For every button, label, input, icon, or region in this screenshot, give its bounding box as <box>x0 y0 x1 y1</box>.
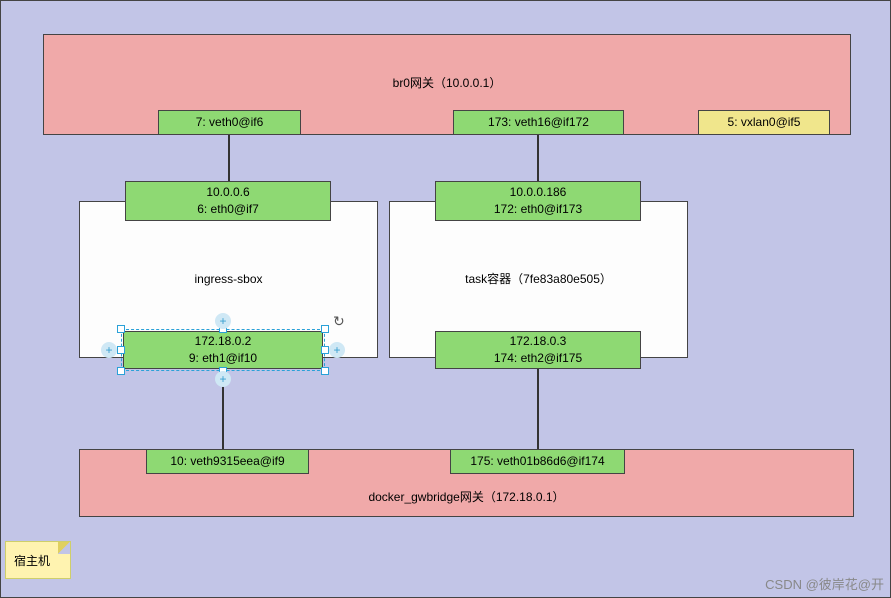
host-note[interactable]: 宿主机 <box>5 541 71 579</box>
task-bottom-if: 174: eth2@if175 <box>494 350 582 367</box>
ingress-top-if-box: 10.0.0.6 6: eth0@if7 <box>125 181 331 221</box>
ingress-bottom-if-box[interactable]: 172.18.0.2 9: eth1@if10 <box>123 331 323 369</box>
task-bottom-if-box: 172.18.0.3 174: eth2@if175 <box>435 331 641 369</box>
connector <box>537 369 539 449</box>
ingress-bottom-ip: 172.18.0.2 <box>195 333 252 350</box>
ingress-top-ip: 10.0.0.6 <box>206 184 249 201</box>
task-top-if: 172: eth0@if173 <box>494 201 582 218</box>
task-container-label: task容器（7fe83a80e505） <box>465 271 612 288</box>
veth16-box: 173: veth16@if172 <box>453 110 624 135</box>
veth0-box: 7: veth0@if6 <box>158 110 301 135</box>
watermark: CSDN @彼岸花@开 <box>765 574 884 593</box>
veth-left-box: 10: veth9315eea@if9 <box>146 449 309 474</box>
vxlan0-box: 5: vxlan0@if5 <box>698 110 830 135</box>
gwbridge-title: docker_gwbridge网关（172.18.0.1） <box>368 489 564 506</box>
ingress-bottom-if: 9: eth1@if10 <box>189 350 257 367</box>
veth0-label: 7: veth0@if6 <box>196 114 264 131</box>
veth-right-label: 175: veth01b86d6@if174 <box>470 453 604 470</box>
task-top-if-box: 10.0.0.186 172: eth0@if173 <box>435 181 641 221</box>
veth-right-box: 175: veth01b86d6@if174 <box>450 449 625 474</box>
diagram-canvas[interactable]: br0网关（10.0.0.1） 7: veth0@if6 173: veth16… <box>0 0 891 598</box>
task-top-ip: 10.0.0.186 <box>510 184 567 201</box>
br0-title: br0网关（10.0.0.1） <box>393 75 502 92</box>
task-bottom-ip: 172.18.0.3 <box>510 333 567 350</box>
vxlan0-label: 5: vxlan0@if5 <box>728 114 801 131</box>
host-note-label: 宿主机 <box>14 554 50 568</box>
ingress-top-if: 6: eth0@if7 <box>197 201 259 218</box>
ingress-sbox-label: ingress-sbox <box>194 271 262 288</box>
veth-left-label: 10: veth9315eea@if9 <box>170 453 284 470</box>
connector <box>222 369 224 449</box>
connector <box>228 135 230 181</box>
veth16-label: 173: veth16@if172 <box>488 114 589 131</box>
connector <box>537 135 539 181</box>
